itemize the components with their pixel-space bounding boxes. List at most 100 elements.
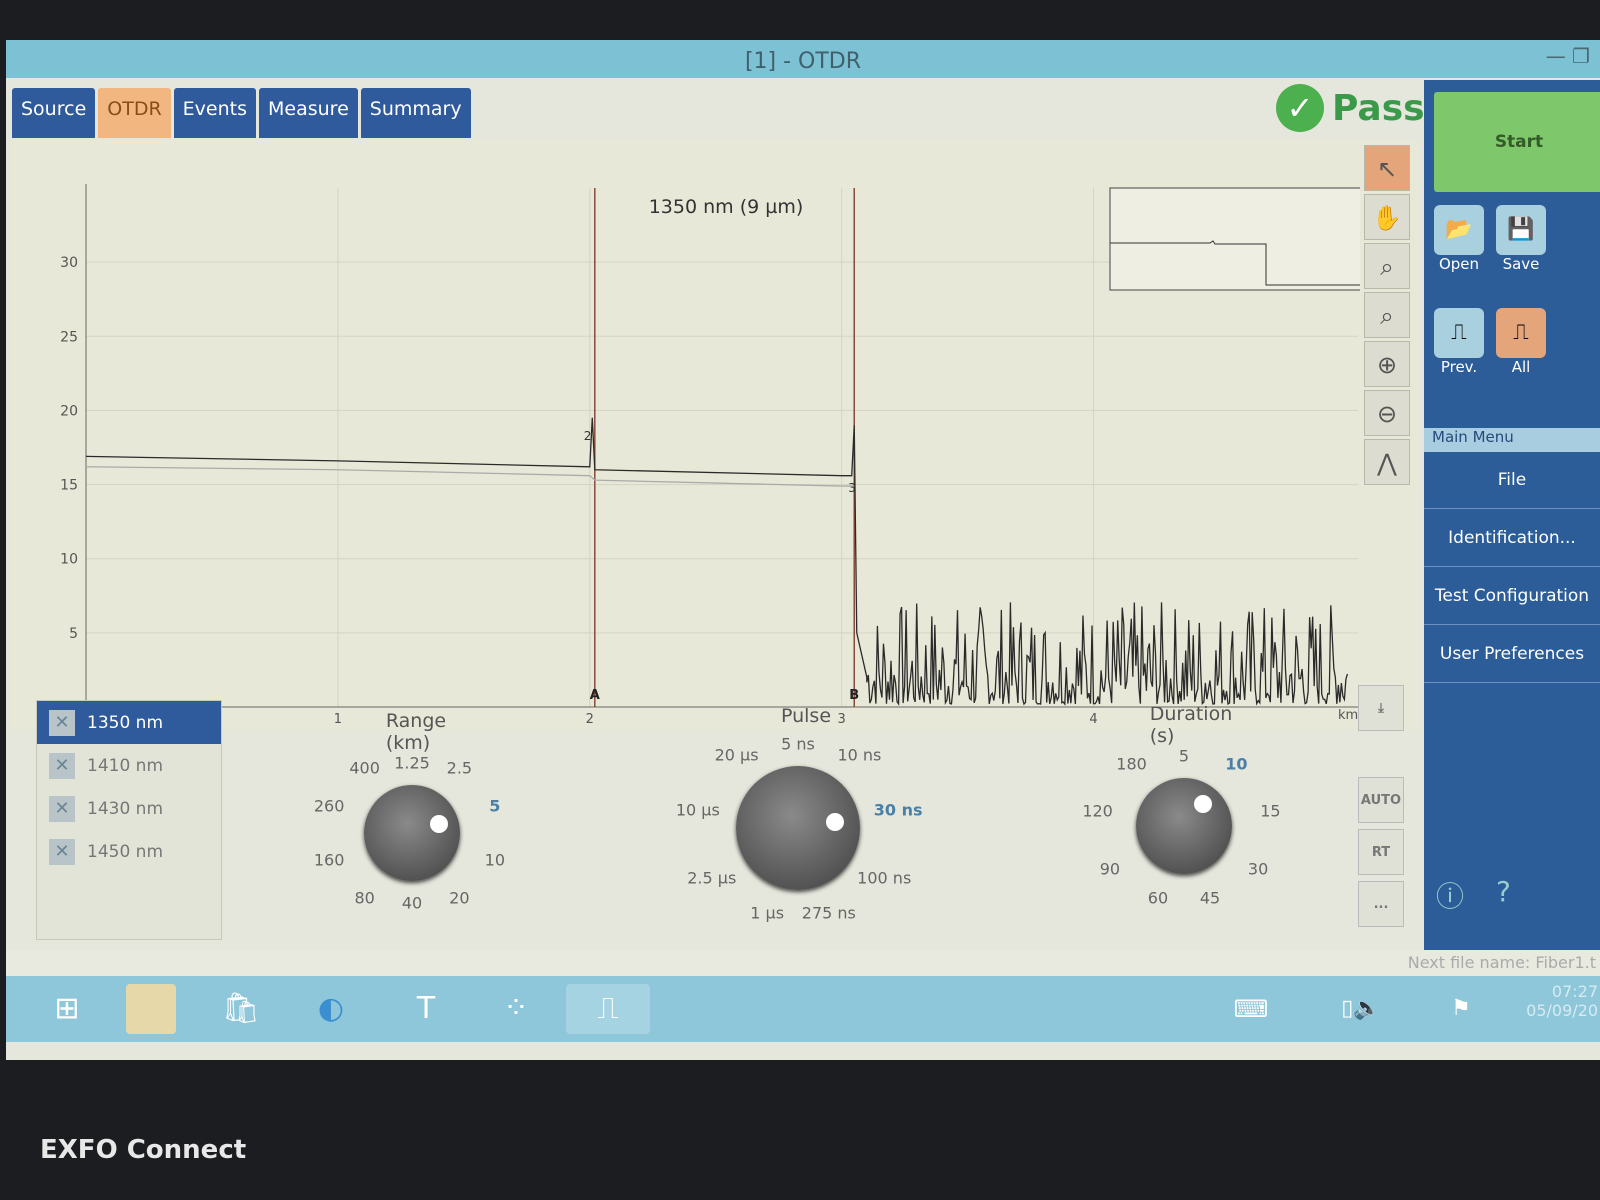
export-icon[interactable]: ⤓ <box>1358 685 1404 731</box>
save-button[interactable]: 💾 Save <box>1496 205 1546 273</box>
marker-label-B: B <box>849 688 859 703</box>
dial-option[interactable]: 10 µs <box>676 801 720 820</box>
zoom-1to1-icon[interactable]: ⌕ <box>1364 292 1410 338</box>
y-tick-label: 20 <box>60 403 78 419</box>
dial-option[interactable]: 10 ns <box>837 745 881 764</box>
right-panel: Start 📂 Open 💾 Save ⎍ Prev. ⎍ All Main M… <box>1424 80 1600 950</box>
dial-option[interactable]: 45 <box>1200 888 1220 907</box>
dial-knob[interactable] <box>1136 778 1232 874</box>
wavelength-item[interactable]: ✕ 1430 nm <box>37 787 221 830</box>
menu-user-preferences[interactable]: User Preferences <box>1424 626 1600 683</box>
exfo-connect-logo: EXFO Connect <box>40 1135 247 1165</box>
dial-indicator <box>1193 794 1212 813</box>
clock[interactable]: 07:27 05/09/20 <box>1526 982 1598 1020</box>
hand-pan-icon[interactable]: ✋ <box>1364 194 1410 240</box>
dial-option[interactable]: 5 ns <box>781 735 815 754</box>
file-explorer-icon[interactable] <box>126 984 176 1034</box>
auto-button[interactable]: AUTO <box>1358 777 1404 823</box>
exfo-app-icon[interactable]: ⁘ <box>491 984 541 1034</box>
dial-option[interactable]: 1 µs <box>750 903 784 922</box>
tab-otdr[interactable]: OTDR <box>98 88 171 138</box>
dial-option[interactable]: 15 <box>1260 801 1280 820</box>
dial-option[interactable]: 20 <box>449 889 469 908</box>
dial-option[interactable]: 5 <box>489 797 500 816</box>
more-button[interactable]: ... <box>1358 881 1404 927</box>
dial-knob[interactable] <box>364 785 460 881</box>
tab-summary[interactable]: Summary <box>360 88 471 138</box>
close-icon[interactable]: ✕ <box>49 795 75 822</box>
help-icon[interactable]: ? <box>1496 875 1511 908</box>
pass-label: Pass <box>1332 87 1425 129</box>
open-button[interactable]: 📂 Open <box>1434 205 1484 273</box>
dial-option[interactable]: 80 <box>354 889 374 908</box>
dial-option[interactable]: 180 <box>1116 754 1147 773</box>
dial-option[interactable]: 2.5 µs <box>687 868 736 887</box>
dial-knob[interactable] <box>736 766 860 890</box>
x-tick-label: 4 <box>1089 712 1097 727</box>
close-icon[interactable]: ✕ <box>49 752 75 779</box>
trace-window-icon[interactable]: ⋀ <box>1364 439 1410 485</box>
tab-bar: Source OTDR Events Measure Summary <box>12 88 471 138</box>
dial-option[interactable]: 30 <box>1248 859 1268 878</box>
otdr-trace-plot[interactable]: 01234051015202530km1350 nm (9 µm)AB23 <box>10 140 1420 730</box>
realtime-button[interactable]: RT <box>1358 829 1404 875</box>
tab-events[interactable]: Events <box>173 88 257 138</box>
dial-option[interactable]: 60 <box>1148 888 1168 907</box>
otdr-app-icon[interactable]: ⎍ <box>566 984 650 1034</box>
window-controls[interactable]: — ❐ <box>1546 44 1590 68</box>
trace-line <box>85 417 1349 706</box>
dial-option[interactable]: 120 <box>1082 801 1113 820</box>
wavelength-item[interactable]: ✕ 1450 nm <box>37 830 221 873</box>
main-menu-header: Main Menu <box>1424 428 1600 452</box>
keyboard-icon[interactable]: ⌨ <box>1226 984 1276 1034</box>
dial-option[interactable]: 2.5 <box>447 758 472 777</box>
wavelength-item[interactable]: ✕ 1410 nm <box>37 744 221 787</box>
all-button[interactable]: ⎍ All <box>1496 308 1546 376</box>
folder-icon: 📂 <box>1434 205 1484 255</box>
dial-option[interactable]: 20 µs <box>715 745 759 764</box>
tab-source[interactable]: Source <box>12 88 96 138</box>
y-tick-label: 10 <box>60 552 78 568</box>
status-bar: Next file name: Fiber1.t <box>6 950 1600 976</box>
dial-label: Range (km) <box>385 710 447 754</box>
prev-button[interactable]: ⎍ Prev. <box>1434 308 1484 376</box>
dial-option[interactable]: 90 <box>1100 859 1120 878</box>
y-tick-label: 15 <box>60 478 78 494</box>
zoom-in-icon[interactable]: ⊕ <box>1364 341 1410 387</box>
close-icon[interactable]: ✕ <box>49 709 75 736</box>
dial-option[interactable]: 400 <box>349 758 380 777</box>
wavelength-list: ✕ 1350 nm ✕ 1410 nm ✕ 1430 nm ✕ 1450 nm <box>36 700 222 940</box>
tab-measure[interactable]: Measure <box>259 88 358 138</box>
dial-option[interactable]: 260 <box>314 797 345 816</box>
dial-option[interactable]: 160 <box>314 850 345 869</box>
zoom-fit-icon[interactable]: ⌕ <box>1364 243 1410 289</box>
dial-option[interactable]: 100 ns <box>857 868 911 887</box>
t-app-icon[interactable]: T <box>401 984 451 1034</box>
dial-option[interactable]: 10 <box>1225 754 1247 773</box>
info-icon[interactable]: ⓘ <box>1436 875 1464 915</box>
edge-icon[interactable]: ◐ <box>306 984 356 1034</box>
dial-option[interactable]: 1.25 <box>394 754 430 773</box>
wavelength-item[interactable]: ✕ 1350 nm <box>37 701 221 744</box>
menu-identification[interactable]: Identification... <box>1424 510 1600 567</box>
menu-test-configuration[interactable]: Test Configuration <box>1424 568 1600 625</box>
trace-line <box>85 466 855 487</box>
dial-indicator <box>430 815 449 834</box>
side-buttons: ⤓ AUTO RT ... <box>1358 685 1404 933</box>
zoom-out-icon[interactable]: ⊖ <box>1364 390 1410 436</box>
dial-option[interactable]: 40 <box>402 894 422 913</box>
dial-option[interactable]: 30 ns <box>874 801 923 820</box>
dial-option[interactable]: 275 ns <box>802 903 856 922</box>
dial-option[interactable]: 5 <box>1179 747 1189 766</box>
close-icon[interactable]: ✕ <box>49 838 75 865</box>
dial-option[interactable]: 10 <box>485 850 505 869</box>
title-bar: [1] - OTDR <box>6 40 1600 78</box>
trace-chart[interactable]: 01234051015202530km1350 nm (9 µm)AB23 <box>10 140 1365 730</box>
start-button[interactable]: Start <box>1434 92 1600 192</box>
menu-file[interactable]: File <box>1424 452 1600 509</box>
flag-icon[interactable]: ⚑ <box>1436 984 1486 1034</box>
windows-start-icon[interactable]: ⊞ <box>42 984 92 1034</box>
pointer-icon[interactable]: ↖ <box>1364 145 1410 191</box>
battery-volume-icon[interactable]: ▯🔈 <box>1336 984 1386 1034</box>
store-icon[interactable]: 🛍 <box>216 984 266 1034</box>
